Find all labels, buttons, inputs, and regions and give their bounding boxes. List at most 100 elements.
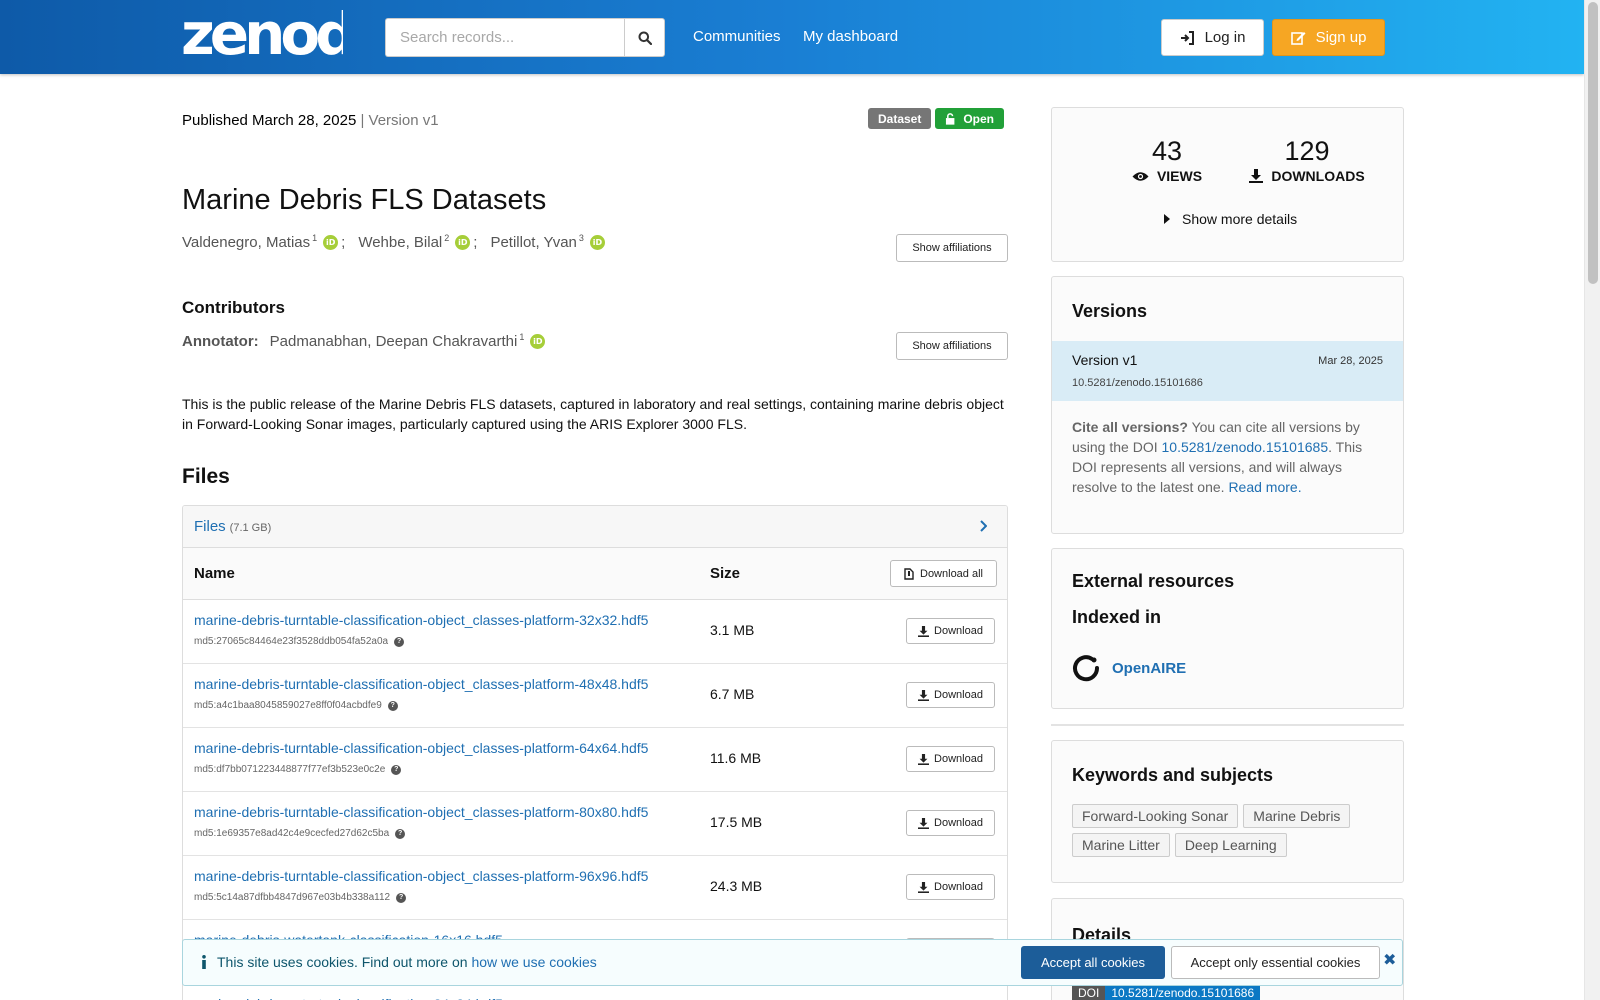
files-panel: Files (7.1 GB) Name Size Download all ma… bbox=[182, 505, 1008, 1000]
accept-essential-cookies-button[interactable]: Accept only essential cookies bbox=[1171, 946, 1380, 979]
creator-item[interactable]: Wehbe, Bilal 2 iD bbox=[358, 233, 471, 251]
search-button[interactable] bbox=[624, 18, 665, 57]
orcid-icon[interactable]: iD bbox=[455, 235, 471, 250]
file-size: 6.7 MB bbox=[710, 686, 755, 702]
file-size: 24.3 MB bbox=[710, 878, 763, 894]
creators-list: Valdenegro, Matias 1 iD ; Wehbe, Bilal 2 i… bbox=[182, 233, 605, 251]
publication-info: Published March 28, 2025 | Version v1 bbox=[182, 112, 439, 129]
views-label: VIEWS bbox=[1156, 168, 1203, 184]
file-name-link[interactable]: marine-debris-turntable-classification-o… bbox=[194, 612, 648, 628]
show-more-details-toggle[interactable]: Show more details bbox=[1164, 211, 1297, 227]
show-contributor-affiliations-button[interactable]: Show affiliations bbox=[896, 332, 1008, 360]
unlock-icon bbox=[945, 112, 955, 125]
svg-text:zenodo: zenodo bbox=[181, 6, 343, 62]
show-creator-affiliations-button[interactable]: Show affiliations bbox=[896, 234, 1008, 262]
orcid-icon[interactable]: iD bbox=[530, 334, 546, 349]
search-bar bbox=[385, 18, 665, 57]
resource-type-badge: Dataset bbox=[868, 108, 932, 129]
file-checksum: md5:df7bb071223448877f77ef3b523e0c2e? bbox=[194, 764, 402, 775]
question-icon[interactable]: ? bbox=[394, 636, 405, 647]
question-icon[interactable]: ? bbox=[396, 892, 407, 903]
nav-my-dashboard[interactable]: My dashboard bbox=[803, 28, 898, 45]
zenodo-logo[interactable]: zenodo bbox=[181, 6, 343, 62]
question-icon[interactable]: ? bbox=[387, 700, 398, 711]
login-button[interactable]: Log in bbox=[1161, 19, 1264, 56]
files-panel-label: Files bbox=[194, 518, 226, 535]
download-file-button[interactable]: Download bbox=[906, 874, 995, 900]
file-name-link[interactable]: marine-debris-turntable-classification-o… bbox=[194, 676, 648, 692]
keyword-tag[interactable]: Marine Litter bbox=[1072, 833, 1170, 857]
creator-item[interactable]: Petillot, Yvan 3 iD bbox=[490, 233, 605, 251]
indexed-in-heading: Indexed in bbox=[1072, 607, 1162, 627]
keywords-heading: Keywords and subjects bbox=[1072, 765, 1274, 785]
versions-heading: Versions bbox=[1072, 301, 1148, 321]
stats-card: 43 VIEWS 129 DOWNLOADS Show more details bbox=[1051, 107, 1404, 262]
creator-item[interactable]: Valdenegro, Matias 1 iD bbox=[182, 233, 339, 251]
top-navbar: zenodo Communities My dashboard Log in S… bbox=[0, 0, 1584, 74]
download-file-button[interactable]: Download bbox=[906, 746, 995, 772]
record-description: This is the public release of the Marine… bbox=[182, 396, 1004, 432]
search-input[interactable] bbox=[385, 18, 625, 57]
external-resources-heading: External resources bbox=[1072, 571, 1235, 591]
question-icon[interactable]: ? bbox=[391, 764, 402, 775]
versions-card: Versions Version v1 Mar 28, 2025 10.5281… bbox=[1051, 276, 1404, 534]
record-title: Marine Debris FLS Datasets bbox=[182, 184, 547, 216]
cookie-message: This site uses cookies. Find out more on… bbox=[217, 954, 597, 970]
close-icon[interactable]: ✖ bbox=[1383, 950, 1396, 970]
question-icon[interactable]: ? bbox=[395, 828, 406, 839]
chevron-right-icon[interactable] bbox=[979, 519, 988, 537]
downloads-count: 129 bbox=[1284, 136, 1330, 166]
download-icon bbox=[918, 881, 930, 893]
downloads-stat: 129 DOWNLOADS bbox=[1242, 136, 1372, 184]
files-table-header: Name Size Download all bbox=[183, 548, 1007, 600]
keyword-tag[interactable]: Deep Learning bbox=[1174, 833, 1287, 857]
download-file-button[interactable]: Download bbox=[906, 810, 995, 836]
files-total-size: (7.1 GB) bbox=[229, 521, 272, 534]
openaire-link[interactable]: OpenAIRE bbox=[1072, 654, 1186, 682]
eye-icon bbox=[1132, 171, 1149, 181]
scrollbar-thumb[interactable] bbox=[1588, 2, 1598, 284]
download-all-button[interactable]: Download all bbox=[890, 560, 997, 587]
download-file-button[interactable]: Download bbox=[906, 682, 995, 708]
file-row: marine-debris-turntable-classification-o… bbox=[183, 792, 1007, 856]
page-scrollbar[interactable] bbox=[1584, 0, 1600, 1000]
accept-all-cookies-button[interactable]: Accept all cookies bbox=[1021, 946, 1165, 979]
read-more-link[interactable]: Read more. bbox=[1228, 479, 1301, 495]
views-stat: 43 VIEWS bbox=[1112, 136, 1222, 184]
download-file-button[interactable]: Download bbox=[906, 618, 995, 644]
cookie-policy-link[interactable]: how we use cookies bbox=[471, 954, 596, 970]
nav-communities[interactable]: Communities bbox=[693, 28, 781, 45]
files-accordion-header[interactable]: Files (7.1 GB) bbox=[183, 506, 1007, 548]
version-item-current[interactable]: Version v1 Mar 28, 2025 10.5281/zenodo.1… bbox=[1052, 341, 1403, 401]
keyword-tags: Forward-Looking Sonar Marine Debris Mari… bbox=[1072, 804, 1392, 857]
keyword-tag[interactable]: Marine Debris bbox=[1243, 804, 1351, 828]
contributor-role: Annotator: bbox=[182, 333, 259, 350]
file-checksum: md5:a4c1baa8045859027e8ff0f04acbdfe9? bbox=[194, 700, 398, 711]
search-icon bbox=[638, 31, 652, 45]
orcid-icon[interactable]: iD bbox=[323, 235, 339, 250]
openaire-logo-icon bbox=[1073, 655, 1100, 682]
file-name-link[interactable]: marine-debris-turntable-classification-o… bbox=[194, 740, 648, 756]
sign-in-icon bbox=[1180, 30, 1194, 45]
file-checksum: md5:27065c84464e23f3528ddb054fa52a0a? bbox=[194, 636, 405, 647]
file-row: marine-debris-turntable-classification-o… bbox=[183, 600, 1007, 664]
file-row: marine-debris-turntable-classification-o… bbox=[183, 728, 1007, 792]
doi-badge[interactable]: DOI 10.5281/zenodo.15101686 bbox=[1072, 985, 1261, 1000]
external-resources-card: External resources Indexed in OpenAIRE bbox=[1051, 548, 1404, 709]
signup-button[interactable]: Sign up bbox=[1272, 19, 1385, 56]
cookie-banner: This site uses cookies. Find out more on… bbox=[182, 939, 1403, 986]
concept-doi-link[interactable]: 10.5281/zenodo.15101685 bbox=[1162, 439, 1329, 455]
file-size: 17.5 MB bbox=[710, 814, 763, 830]
file-name-link[interactable]: marine-debris-turntable-classification-o… bbox=[194, 804, 648, 820]
contributor-name[interactable]: Padmanabhan, Deepan Chakravarthi bbox=[270, 333, 518, 350]
file-row: marine-debris-turntable-classification-o… bbox=[183, 664, 1007, 728]
file-name-link[interactable]: marine-debris-watertank-classification-2… bbox=[194, 996, 503, 1000]
access-badge: Open bbox=[935, 108, 1004, 129]
file-checksum: md5:1e69357e8ad42c4e9cecfed27d62c5ba? bbox=[194, 828, 406, 839]
info-icon bbox=[202, 955, 206, 969]
orcid-icon[interactable]: iD bbox=[589, 235, 605, 250]
file-name-link[interactable]: marine-debris-turntable-classification-o… bbox=[194, 868, 648, 884]
version-label: | Version v1 bbox=[360, 112, 439, 129]
edit-icon bbox=[1290, 32, 1306, 45]
keyword-tag[interactable]: Forward-Looking Sonar bbox=[1072, 804, 1239, 828]
